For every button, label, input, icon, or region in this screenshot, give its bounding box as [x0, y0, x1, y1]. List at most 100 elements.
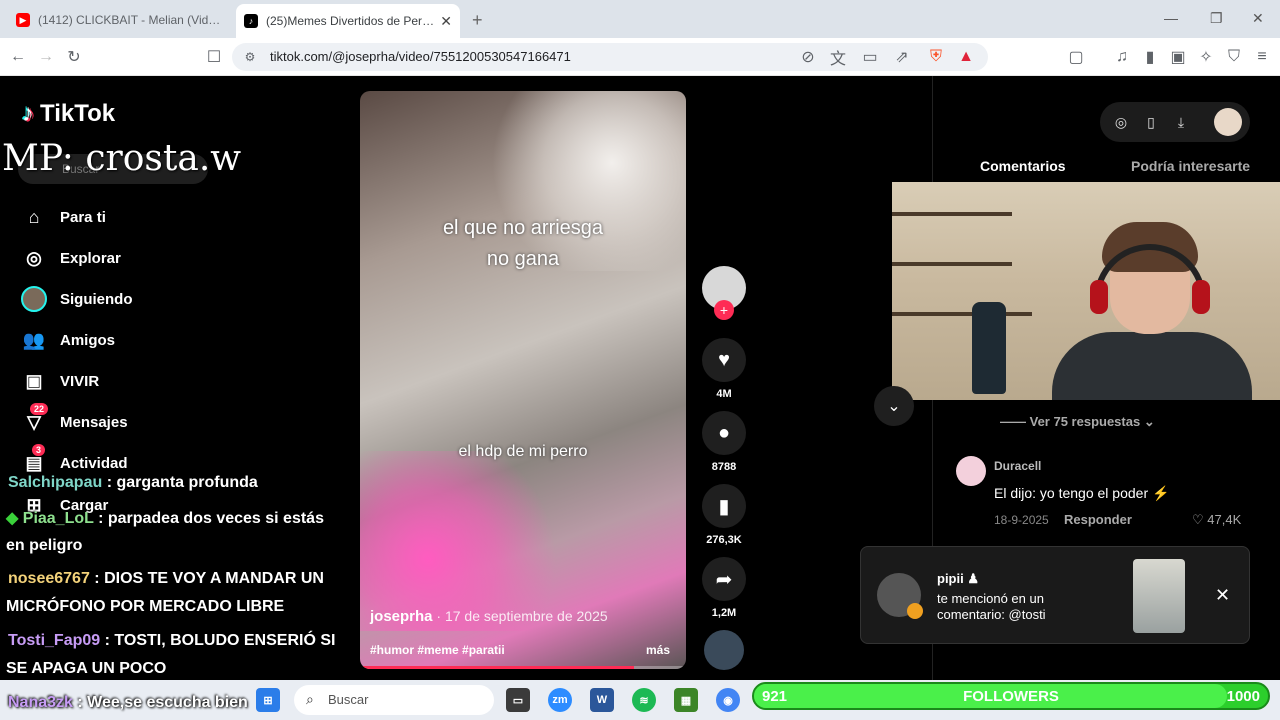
leo-icon[interactable]: ✧ — [1196, 47, 1216, 67]
close-tab-icon[interactable]: ✕ — [440, 13, 452, 30]
chat-line: en peligro — [6, 537, 82, 555]
address-bar[interactable]: ⚙ tiktok.com/@joseprha/video/75512005305… — [232, 43, 988, 71]
chat-message: : Wee,se escucha bien — [77, 694, 248, 711]
minecraft-icon[interactable]: ▦ — [674, 688, 698, 712]
live-icon: ▣ — [25, 370, 43, 391]
brave-rewards-icon[interactable]: ▲ — [956, 47, 976, 67]
comment-button[interactable]: ● 8788 — [702, 411, 746, 473]
notification-user: pipii ♟ — [937, 571, 979, 586]
bookmark-icon: ▮ — [702, 484, 746, 528]
followers-goal: 1000 — [1226, 688, 1260, 705]
bookmark-icon[interactable]: ☐ — [204, 47, 224, 67]
nav-label: VIVIR — [60, 372, 100, 390]
nav-label: Explorar — [60, 249, 121, 267]
share-icon[interactable]: ⇗ — [892, 47, 912, 67]
tab-podria-interesarte[interactable]: Podría interesarte — [1131, 158, 1250, 174]
nav-explorar[interactable]: ◎ Explorar — [20, 245, 121, 271]
view-replies-link[interactable]: —— Ver 75 respuestas ⌄ — [1000, 414, 1155, 430]
chat-message: MICRÓFONO POR MERCADO LIBRE — [6, 598, 285, 615]
chat-line: nosee6767 : DIOS TE VOY A MANDAR UN — [8, 570, 324, 588]
close-notification-icon[interactable]: ✕ — [1215, 585, 1230, 606]
share-count: 1,2M — [711, 607, 737, 619]
comment-count: 8788 — [711, 461, 737, 473]
tab-youtube[interactable]: ▶ (1412) CLICKBAIT - Melian (Videoclip — [8, 6, 234, 34]
nav-amigos[interactable]: 👥 Amigos — [20, 327, 115, 353]
tab-title: (25)Memes Divertidos de Perros — [266, 14, 435, 28]
file-explorer-icon[interactable]: ▭ — [506, 688, 530, 712]
video-frame-pink — [360, 451, 560, 631]
stream-overlay-mp: MP: crosta.w — [2, 138, 242, 179]
comment-like-button[interactable]: ♡ 47,4K — [1192, 512, 1241, 528]
comment-body: El dijo: yo tengo el poder — [994, 485, 1149, 501]
tab-search-icon[interactable]: ▢ — [1066, 47, 1086, 67]
video-hashtags[interactable]: #humor #meme #paratii — [370, 643, 505, 657]
chat-line: Nana3zk : Wee,se escucha bien — [8, 694, 248, 712]
download-icon[interactable]: ⤓ — [1172, 113, 1190, 131]
chat-username: Piaa_LoL — [22, 510, 94, 527]
more-link[interactable]: más — [646, 643, 670, 657]
video-author[interactable]: joseprha · 17 de septiembre de 2025 — [370, 608, 608, 625]
tab-tiktok[interactable]: ♪ (25)Memes Divertidos de Perros ✕ — [236, 4, 460, 38]
video-progress[interactable] — [360, 666, 686, 669]
compass-small-icon[interactable]: ◎ — [1112, 113, 1130, 131]
comment-username[interactable]: Duracell — [994, 459, 1041, 473]
creator-avatar[interactable]: + — [702, 266, 746, 320]
nav-para-ti[interactable]: ⌂ Para ti — [20, 204, 106, 230]
word-icon[interactable]: W — [590, 688, 614, 712]
tiktok-icon: ♪ — [244, 14, 258, 28]
site-settings-icon[interactable]: ⚙ — [240, 47, 260, 67]
share-button[interactable]: ➦ 1,2M — [702, 557, 746, 619]
back-icon[interactable]: ← — [8, 47, 28, 67]
activity-icon: ▤ 3 — [20, 444, 48, 476]
menu-icon[interactable]: ≡ — [1252, 47, 1272, 67]
minimize-icon[interactable]: — — [1164, 10, 1178, 26]
reply-button[interactable]: Responder — [1064, 512, 1132, 527]
close-window-icon[interactable]: ✕ — [1252, 10, 1264, 27]
sidebar-icon[interactable]: ▮ — [1140, 47, 1160, 67]
spotify-icon[interactable]: ≋ — [632, 688, 656, 712]
browser-toolbar: ← → ↻ ☐ ⚙ tiktok.com/@joseprha/video/755… — [0, 38, 1280, 76]
comment-avatar[interactable] — [956, 456, 986, 486]
restore-icon[interactable]: ❐ — [1210, 10, 1223, 27]
follow-plus-icon[interactable]: + — [714, 300, 734, 320]
mention-notification[interactable]: pipii ♟ te mencionó en un comentario: @t… — [860, 546, 1250, 644]
video-player[interactable]: el que no arriesga no gana el hdp de mi … — [360, 91, 686, 669]
no-tracking-icon[interactable]: ⊘ — [798, 47, 818, 67]
video-caption-bottom: el hdp de mi perro — [458, 443, 588, 460]
profile-avatar-icon[interactable] — [1214, 108, 1242, 136]
music-disc[interactable] — [702, 630, 746, 670]
media-icon[interactable]: ♫ — [1112, 47, 1132, 67]
forward-icon[interactable]: → — [36, 47, 56, 67]
compass-icon: ◎ — [26, 247, 42, 268]
new-tab-icon[interactable]: + — [472, 10, 483, 31]
zoom-icon[interactable]: zm — [548, 688, 572, 712]
reload-icon[interactable]: ↻ — [64, 47, 84, 67]
right-tools: ◎ ▯ ⤓ — [1100, 102, 1250, 142]
chrome-icon[interactable]: ◉ — [716, 688, 740, 712]
brave-shield-icon[interactable]: ⛨ — [926, 47, 946, 67]
nav-siguiendo[interactable]: Siguiendo — [20, 286, 133, 312]
windows-start-icon[interactable]: ⊞ — [256, 688, 280, 712]
chat-username: Nana3zk — [8, 694, 73, 711]
video-caption-top: el que no arriesga no gana — [442, 217, 604, 270]
device-icon[interactable]: ▯ — [1142, 113, 1160, 131]
like-button[interactable]: ♥ 4M — [702, 338, 746, 400]
save-button[interactable]: ▮ 276,3K — [702, 484, 746, 546]
chat-line: MICRÓFONO POR MERCADO LIBRE — [6, 598, 284, 616]
vpn-icon[interactable]: ⛉ — [1224, 47, 1244, 67]
tiktok-logo[interactable]: ♪ TikTok — [22, 100, 115, 128]
chat-message: en peligro — [6, 537, 83, 554]
wallet-icon[interactable]: ▣ — [1168, 47, 1188, 67]
view-replies-text: Ver 75 respuestas — [1029, 414, 1141, 429]
tab-comentarios[interactable]: Comentarios — [980, 158, 1066, 174]
cast-icon[interactable]: ▭ — [860, 47, 880, 67]
nav-actividad[interactable]: ▤ 3 Actividad — [20, 444, 128, 476]
music-disc-icon — [704, 630, 744, 670]
translate-icon[interactable]: 文 — [828, 47, 848, 68]
taskbar-search[interactable]: Buscar — [294, 685, 494, 715]
messages-badge: 22 — [30, 403, 49, 415]
url-text: tiktok.com/@joseprha/video/7551200530547… — [270, 49, 571, 64]
scroll-down-button[interactable]: ⌄ — [874, 386, 914, 426]
nav-mensajes[interactable]: ▽ 22 Mensajes — [20, 403, 128, 435]
nav-vivir[interactable]: ▣ VIVIR — [20, 368, 99, 394]
